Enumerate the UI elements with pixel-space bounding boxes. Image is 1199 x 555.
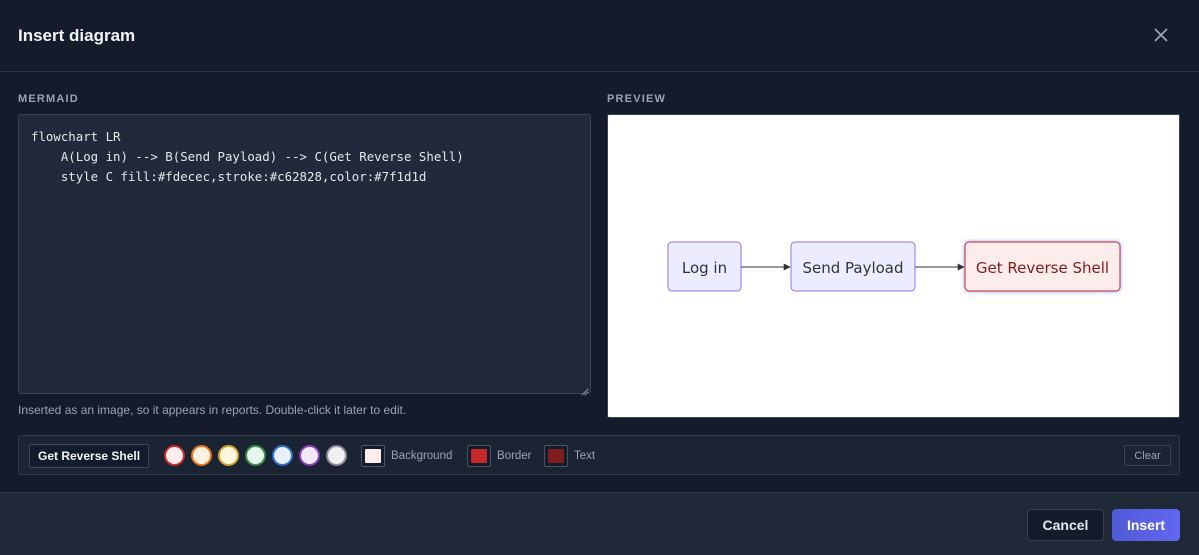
- node-send-payload[interactable]: Send Payload: [790, 241, 916, 292]
- flowchart-svg: Log in Send Payload Get Reverse Shell: [667, 241, 1121, 292]
- swatch-gray[interactable]: [326, 445, 347, 466]
- text-color-picker[interactable]: Text: [544, 445, 595, 467]
- node-style-toolbar: Get Reverse Shell Background Border Text…: [18, 435, 1180, 475]
- swatch-red[interactable]: [164, 445, 185, 466]
- node-get-reverse-shell-label: Get Reverse Shell: [976, 259, 1109, 277]
- close-icon[interactable]: [1150, 24, 1172, 46]
- swatch-yellow[interactable]: [218, 445, 239, 466]
- resize-grip-icon[interactable]: [580, 383, 589, 396]
- cancel-button[interactable]: Cancel: [1027, 509, 1104, 541]
- clear-style-button[interactable]: Clear: [1124, 445, 1171, 466]
- preview-section-label: PREVIEW: [607, 93, 667, 105]
- mermaid-code-editor[interactable]: [18, 114, 591, 394]
- background-color-picker[interactable]: Background: [361, 445, 452, 467]
- border-color-fill: [471, 449, 487, 463]
- node-send-payload-label: Send Payload: [802, 259, 903, 277]
- border-color-label: Border: [497, 450, 532, 462]
- node-get-reverse-shell[interactable]: Get Reverse Shell: [964, 241, 1121, 292]
- border-color-box[interactable]: [467, 445, 491, 467]
- node-log-in[interactable]: Log in: [667, 241, 742, 292]
- text-color-label: Text: [574, 450, 596, 462]
- swatch-purple[interactable]: [299, 445, 320, 466]
- mermaid-section-label: MERMAID: [18, 93, 79, 105]
- border-color-picker[interactable]: Border: [467, 445, 532, 467]
- editor-hint: Inserted as an image, so it appears in r…: [18, 403, 407, 417]
- node-log-in-label: Log in: [682, 259, 727, 277]
- selected-node-chip[interactable]: Get Reverse Shell: [29, 444, 150, 468]
- dialog-header: Insert diagram: [0, 0, 1199, 72]
- insert-button[interactable]: Insert: [1112, 509, 1180, 541]
- dialog-footer: Cancel Insert: [0, 492, 1199, 555]
- background-color-label: Background: [391, 450, 453, 462]
- swatch-orange[interactable]: [191, 445, 212, 466]
- swatch-blue[interactable]: [272, 445, 293, 466]
- background-color-box[interactable]: [361, 445, 385, 467]
- swatch-green[interactable]: [245, 445, 266, 466]
- text-color-fill: [548, 449, 564, 463]
- insert-diagram-dialog: Insert diagram MERMAID Inserted as an im…: [0, 0, 1199, 555]
- text-color-box[interactable]: [544, 445, 568, 467]
- dialog-title: Insert diagram: [18, 26, 136, 45]
- diagram-preview: Log in Send Payload Get Reverse Shell: [607, 114, 1180, 418]
- background-color-fill: [365, 449, 381, 463]
